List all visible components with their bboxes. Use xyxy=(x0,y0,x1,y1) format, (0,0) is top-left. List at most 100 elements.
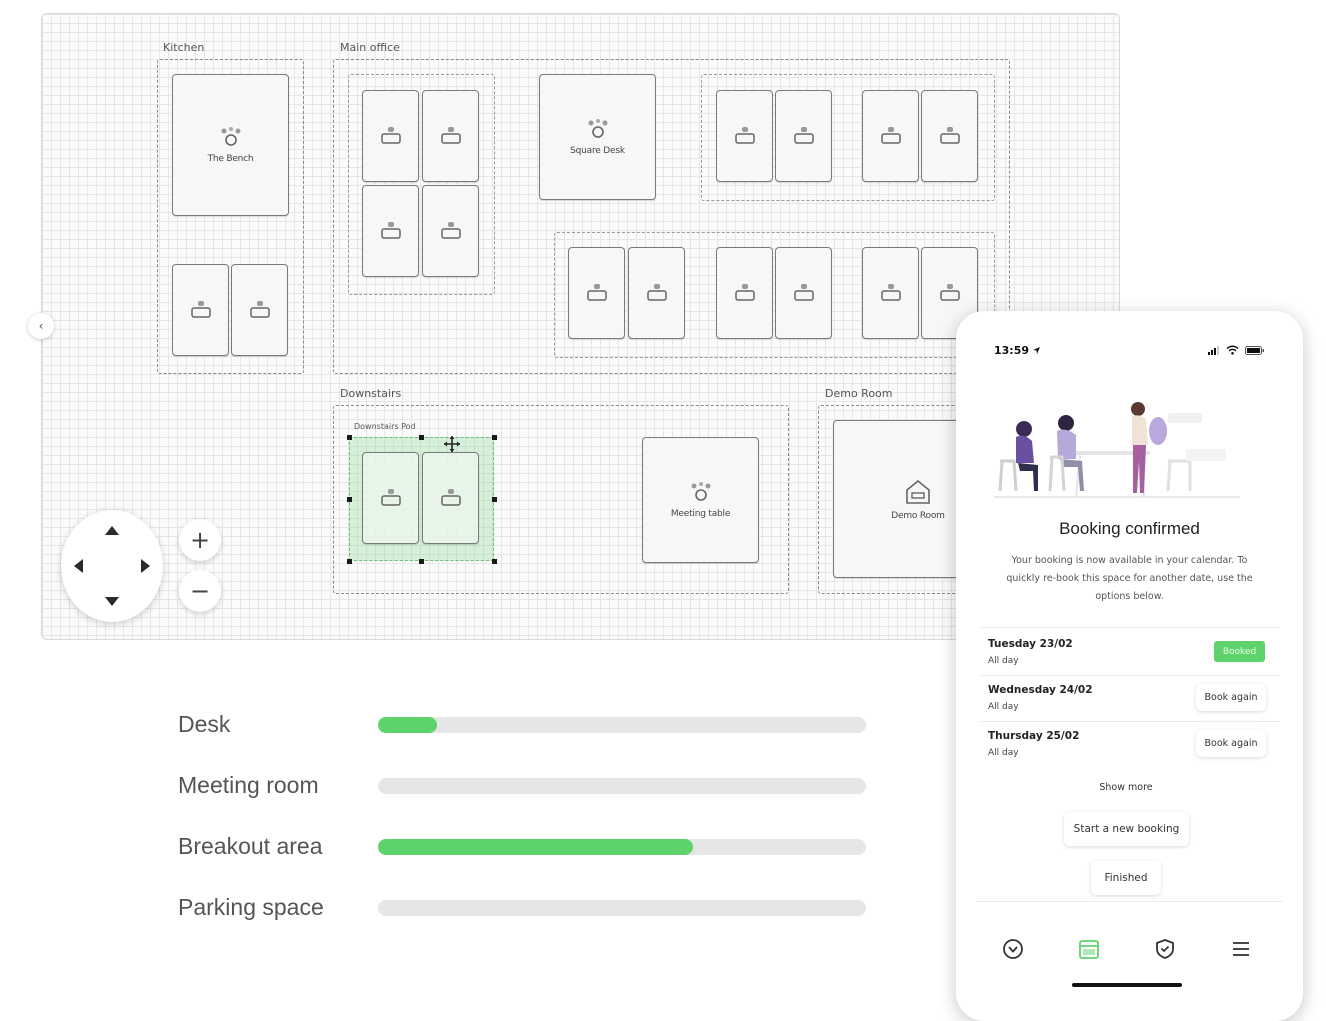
desk[interactable] xyxy=(422,452,479,544)
collapse-panel-button[interactable]: ‹ xyxy=(28,313,54,339)
room-icon xyxy=(906,479,930,504)
desk[interactable] xyxy=(568,247,625,339)
zoom-out-button[interactable]: − xyxy=(179,570,221,612)
menu-icon[interactable] xyxy=(1229,937,1253,961)
resize-handle[interactable] xyxy=(347,497,352,502)
booking-duration: All day xyxy=(988,748,1019,758)
zone-label-main-office: Main office xyxy=(340,41,400,54)
usage-bar-fill xyxy=(378,839,693,855)
booking-duration: All day xyxy=(988,656,1019,666)
desk-chair-icon xyxy=(440,222,461,239)
desk[interactable] xyxy=(422,90,479,182)
desk-chair-icon xyxy=(939,284,960,301)
desk[interactable] xyxy=(231,264,288,356)
booking-date: Thursday 25/02 xyxy=(988,730,1080,742)
desk[interactable] xyxy=(862,90,919,182)
divider xyxy=(980,627,1280,628)
signal-icon xyxy=(1208,346,1219,355)
pan-down-icon[interactable] xyxy=(105,597,119,606)
booking-date: Tuesday 23/02 xyxy=(988,638,1073,650)
explore-icon[interactable] xyxy=(1001,937,1025,961)
booked-status-badge: Booked xyxy=(1214,641,1265,662)
usage-bar-parking-space xyxy=(378,900,866,916)
desk-meeting-table[interactable]: Meeting table xyxy=(642,437,759,563)
desk-chair-icon xyxy=(646,284,667,301)
wifi-icon xyxy=(1226,345,1239,355)
desk[interactable] xyxy=(862,247,919,339)
resize-handle[interactable] xyxy=(492,435,497,440)
desk[interactable] xyxy=(172,264,229,356)
desk-chair-icon xyxy=(190,301,211,318)
finished-button[interactable]: Finished xyxy=(1091,861,1161,895)
desk[interactable] xyxy=(628,247,685,339)
resize-handle[interactable] xyxy=(347,559,352,564)
meeting-table-icon xyxy=(221,127,240,146)
usage-bar-fill xyxy=(378,717,437,733)
desk-chair-icon xyxy=(380,222,401,239)
desk[interactable] xyxy=(716,90,773,182)
shield-check-icon[interactable] xyxy=(1153,937,1177,961)
resize-handle[interactable] xyxy=(419,559,424,564)
desk-label: Demo Room xyxy=(891,511,945,521)
resize-handle[interactable] xyxy=(347,435,352,440)
battery-icon xyxy=(1245,346,1264,355)
location-arrow-icon xyxy=(1033,347,1040,354)
resize-handle[interactable] xyxy=(492,559,497,564)
desk-label: Meeting table xyxy=(670,509,731,519)
book-again-button[interactable]: Book again xyxy=(1196,684,1266,711)
desk-chair-icon xyxy=(380,127,401,144)
resize-handle[interactable] xyxy=(419,435,424,440)
desk-chair-icon xyxy=(880,127,901,144)
desk-chair-icon xyxy=(249,301,270,318)
desk-chair-icon xyxy=(586,284,607,301)
pan-left-icon[interactable] xyxy=(74,559,83,573)
zone-label-downstairs-pod: Downstairs Pod xyxy=(354,422,416,431)
confirmation-title: Booking confirmed xyxy=(1059,519,1200,538)
desk[interactable] xyxy=(422,185,479,277)
tabbar-divider xyxy=(976,901,1283,902)
desk[interactable] xyxy=(362,452,419,544)
desk-chair-icon xyxy=(880,284,901,301)
booking-date: Wednesday 24/02 xyxy=(988,684,1093,696)
desk-chair-icon xyxy=(734,284,755,301)
zone-label-demo-room: Demo Room xyxy=(825,387,893,400)
desk[interactable] xyxy=(775,247,832,339)
mobile-app-screen: 13:59 Booking confirmed Your booking is … xyxy=(956,311,1303,1021)
desk[interactable] xyxy=(921,90,978,182)
resize-handle[interactable] xyxy=(492,497,497,502)
move-cursor-icon xyxy=(444,436,460,452)
desk-the-bench[interactable]: The Bench xyxy=(172,74,289,216)
usage-label-parking-space: Parking space xyxy=(178,894,324,920)
desk[interactable] xyxy=(362,90,419,182)
usage-label-meeting-room: Meeting room xyxy=(178,772,319,798)
home-indicator xyxy=(1072,983,1182,987)
book-again-button[interactable]: Book again xyxy=(1196,730,1266,757)
divider xyxy=(980,721,1280,722)
show-more-link[interactable]: Show more xyxy=(956,782,1296,793)
usage-bar-desk xyxy=(378,717,866,733)
calendar-icon[interactable] xyxy=(1077,937,1101,961)
desk-label: The Bench xyxy=(207,154,254,164)
pan-control[interactable] xyxy=(61,510,163,622)
desk[interactable] xyxy=(362,185,419,277)
zoom-in-button[interactable]: + xyxy=(179,519,221,561)
desk[interactable] xyxy=(716,247,773,339)
zone-label-kitchen: Kitchen xyxy=(163,41,205,54)
desk[interactable] xyxy=(775,90,832,182)
usage-label-desk: Desk xyxy=(178,711,231,737)
desk-chair-icon xyxy=(793,127,814,144)
desk-chair-icon xyxy=(440,489,461,506)
meeting-table-icon xyxy=(588,119,607,138)
start-new-booking-button[interactable]: Start a new booking xyxy=(1064,812,1189,846)
desk-label: Square Desk xyxy=(570,146,625,156)
booking-confirmed-illustration xyxy=(994,402,1240,498)
desk-chair-icon xyxy=(380,489,401,506)
desk-chair-icon xyxy=(939,127,960,144)
desk-square-desk[interactable]: Square Desk xyxy=(539,74,656,200)
chevron-left-icon: ‹ xyxy=(38,319,44,333)
usage-label-breakout-area: Breakout area xyxy=(178,833,323,859)
pan-right-icon[interactable] xyxy=(141,559,150,573)
usage-bar-meeting-room xyxy=(378,778,866,794)
pan-up-icon[interactable] xyxy=(105,526,119,535)
desk-chair-icon xyxy=(793,284,814,301)
